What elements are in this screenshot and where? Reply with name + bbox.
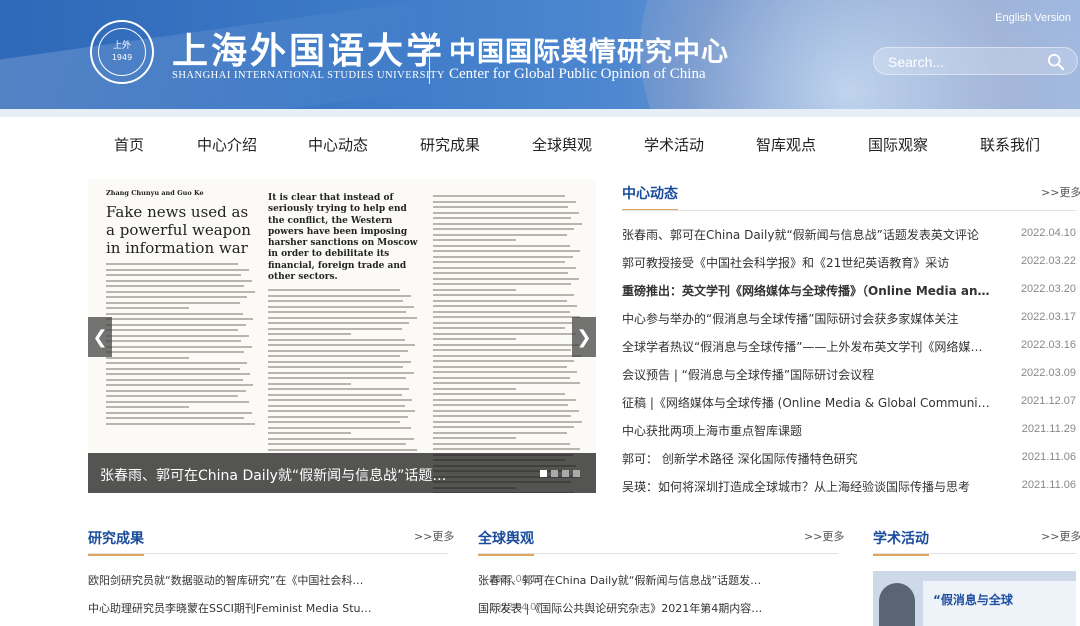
search-box[interactable] <box>873 47 1078 75</box>
section-divider <box>622 210 1076 211</box>
list-item-title[interactable]: 张春雨、郭可在China Daily就“假新闻与信息战”话题发表英文评论 <box>622 226 994 243</box>
section-title-center-news[interactable]: 中心动态 <box>622 183 678 211</box>
list-item-title[interactable]: 中心助理研究员李晓蒙在SSCI期刊Feminist Media Studies发… <box>88 600 374 616</box>
list-item-date: 2022.03.22 <box>1020 255 1076 267</box>
center-news-more-link[interactable]: >>更多 <box>1041 184 1080 200</box>
list-item-date: 2021.11.06 <box>1021 479 1076 491</box>
list-item-date: 2022.04.10 <box>1020 227 1076 239</box>
list-item[interactable]: 中心助理研究员李晓蒙在SSCI期刊Feminist Media Studies发… <box>88 600 542 620</box>
list-item-date: 2022.03.16 <box>1020 339 1076 351</box>
nav-item-contact[interactable]: 联系我们 <box>980 134 1040 155</box>
section-title-research[interactable]: 研究成果 <box>88 528 144 556</box>
list-item[interactable]: 中心参与举办的“假消息与全球传播”国际研讨会获多家媒体关注 2022.03.17 <box>622 310 1076 330</box>
list-item-title[interactable]: 郭可： 创新学术路径 深化国际传播特色研究 <box>622 450 994 467</box>
slider-dot[interactable] <box>573 470 580 477</box>
slider-caption-bar: 张春雨、郭可在China Daily就“假新闻与信息战”话题发表英文评论 <box>88 453 596 493</box>
slide-byline: Zhang Chunyu and Guo Ke <box>106 189 204 197</box>
nav-item-global-view[interactable]: 全球舆观 <box>532 134 592 155</box>
list-item[interactable]: 欧阳剑研究员就“数据驱动的智库研究”在《中国社会科学报》发文2022.04.16 <box>88 572 542 592</box>
news-slider[interactable]: Zhang Chunyu and Guo Ke Fake news used a… <box>88 179 596 493</box>
nav-item-international[interactable]: 国际观察 <box>868 134 928 155</box>
list-item-title[interactable]: 全球学者热议“假消息与全球传播”——上外发布英文学刊《网络媒体与全球传播》 <box>622 338 994 355</box>
search-icon[interactable] <box>1047 53 1065 71</box>
list-item-date: 2022.03.09 <box>1020 367 1076 379</box>
list-item-date: 2021.11.29 <box>1021 423 1076 435</box>
site-header: 上外 1949 上海外国语大学 SHANGHAI INTERNATIONAL S… <box>0 0 1080 117</box>
list-item[interactable]: 郭可教授接受《中国社会科学报》和《21世纪英语教育》采访 2022.03.22 <box>622 254 1076 274</box>
academic-more-link[interactable]: >>更多 <box>1041 528 1080 544</box>
list-item[interactable]: 会议预告 | “假消息与全球传播”国际研讨会议程 2022.03.09 <box>622 366 1076 386</box>
list-item-title[interactable]: 张春雨、郭可在China Daily就“假新闻与信息战”话题发表英文评论 <box>478 572 764 588</box>
slide-pullquote: It is clear that instead of seriously tr… <box>268 193 418 282</box>
section-divider <box>478 553 838 554</box>
slider-caption[interactable]: 张春雨、郭可在China Daily就“假新闻与信息战”话题发表英文评论 <box>100 465 460 485</box>
slider-pagination-dots <box>540 470 580 477</box>
speaker-figure <box>879 583 915 626</box>
list-item[interactable]: 中心获批两项上海市重点智库课题 2021.11.29 <box>622 422 1076 442</box>
nav-item-research[interactable]: 研究成果 <box>420 134 480 155</box>
list-item[interactable]: 全球学者热议“假消息与全球传播”——上外发布英文学刊《网络媒体与全球传播》 202… <box>622 338 1076 358</box>
section-title-global-view[interactable]: 全球舆观 <box>478 528 534 556</box>
main-nav: 首页 中心介绍 中心动态 研究成果 全球舆观 学术活动 智库观点 国际观察 联系… <box>0 125 1080 163</box>
slider-next-arrow-icon[interactable]: ❯ <box>572 317 596 357</box>
nav-item-home[interactable]: 首页 <box>114 134 144 155</box>
university-name-cn[interactable]: 上海外国语大学 <box>172 22 445 74</box>
section-title-academic[interactable]: 学术活动 <box>873 528 929 556</box>
list-item-date: 2022.03.17 <box>1020 311 1076 323</box>
list-item-title[interactable]: 中心获批两项上海市重点智库课题 <box>622 422 994 439</box>
list-item[interactable]: 重磅推出：英文学刊《网络媒体与全球传播》（Online Media and Gl… <box>622 282 1076 302</box>
center-name-en: Center for Global Public Opinion of Chin… <box>449 66 706 82</box>
list-item[interactable]: 国际发表 |《国际公共舆论研究杂志》2021年第4期内容概览2022.03.19 <box>478 600 932 620</box>
nav-item-about[interactable]: 中心介绍 <box>197 134 257 155</box>
slider-prev-arrow-icon[interactable]: ❮ <box>88 317 112 357</box>
list-item-title[interactable]: 郭可教授接受《中国社会科学报》和《21世纪英语教育》采访 <box>622 254 994 271</box>
global-view-more-link[interactable]: >>更多 <box>804 528 844 544</box>
list-item-title[interactable]: 重磅推出：英文学刊《网络媒体与全球传播》（Online Media and Gl… <box>622 282 994 299</box>
nav-item-think-tank[interactable]: 智库观点 <box>756 134 816 155</box>
list-item[interactable]: 张春雨、郭可在China Daily就“假新闻与信息战”话题发表英文评论 2022… <box>622 226 1076 246</box>
slide-body-text <box>268 289 418 451</box>
nav-item-academic[interactable]: 学术活动 <box>644 134 704 155</box>
list-item[interactable]: 吴瑛：如何将深圳打造成全球城市？从上海经验谈国际传播与思考 2021.11.06 <box>622 478 1076 498</box>
section-divider <box>88 553 448 554</box>
list-item-title[interactable]: 会议预告 | “假消息与全球传播”国际研讨会议程 <box>622 366 994 383</box>
slide-body-text <box>433 195 583 493</box>
slide-newspaper-image[interactable]: Zhang Chunyu and Guo Ke Fake news used a… <box>88 179 596 493</box>
header-bottom-band <box>0 109 1080 117</box>
slider-dot[interactable] <box>562 470 569 477</box>
list-item-title[interactable]: 中心参与举办的“假消息与全球传播”国际研讨会获多家媒体关注 <box>622 310 994 327</box>
slide-body-text <box>106 263 256 425</box>
list-item-title[interactable]: 征稿 |《网络媒体与全球传播 (Online Media & Global Co… <box>622 394 994 411</box>
conference-backdrop-text: “假消息与全球 <box>933 593 1013 607</box>
header-divider <box>429 34 430 84</box>
nav-item-news[interactable]: 中心动态 <box>308 134 368 155</box>
university-name-en: SHANGHAI INTERNATIONAL STUDIES UNIVERSIT… <box>172 70 445 81</box>
list-item[interactable]: 征稿 |《网络媒体与全球传播 (Online Media & Global Co… <box>622 394 1076 414</box>
center-name-cn[interactable]: 中国国际舆情研究中心 <box>449 30 729 69</box>
list-item-date: 2022.03.20 <box>1020 283 1076 295</box>
list-item-title[interactable]: 吴瑛：如何将深圳打造成全球城市？从上海经验谈国际传播与思考 <box>622 478 994 495</box>
research-more-link[interactable]: >>更多 <box>414 528 454 544</box>
list-item-title[interactable]: 欧阳剑研究员就“数据驱动的智库研究”在《中国社会科学报》发文 <box>88 572 374 588</box>
section-divider <box>873 553 1076 554</box>
slider-dot[interactable] <box>551 470 558 477</box>
search-input[interactable] <box>888 52 1038 72</box>
list-item-date: 2021.11.06 <box>1021 451 1076 463</box>
list-item-title[interactable]: 国际发表 |《国际公共舆论研究杂志》2021年第4期内容概览 <box>478 600 764 616</box>
english-version-link[interactable]: English Version <box>995 12 1071 24</box>
university-seal-logo[interactable]: 上外 1949 <box>90 20 154 84</box>
slide-headline: Fake news used as a powerful weapon in i… <box>106 203 251 257</box>
list-item[interactable]: 张春雨、郭可在China Daily就“假新闻与信息战”话题发表英文评论2022… <box>478 572 932 592</box>
list-item[interactable]: 郭可： 创新学术路径 深化国际传播特色研究 2021.11.06 <box>622 450 1076 470</box>
slider-dot[interactable] <box>540 470 547 477</box>
list-item-date: 2021.12.07 <box>1020 395 1076 407</box>
academic-activity-photo[interactable]: “假消息与全球 <box>873 571 1076 626</box>
